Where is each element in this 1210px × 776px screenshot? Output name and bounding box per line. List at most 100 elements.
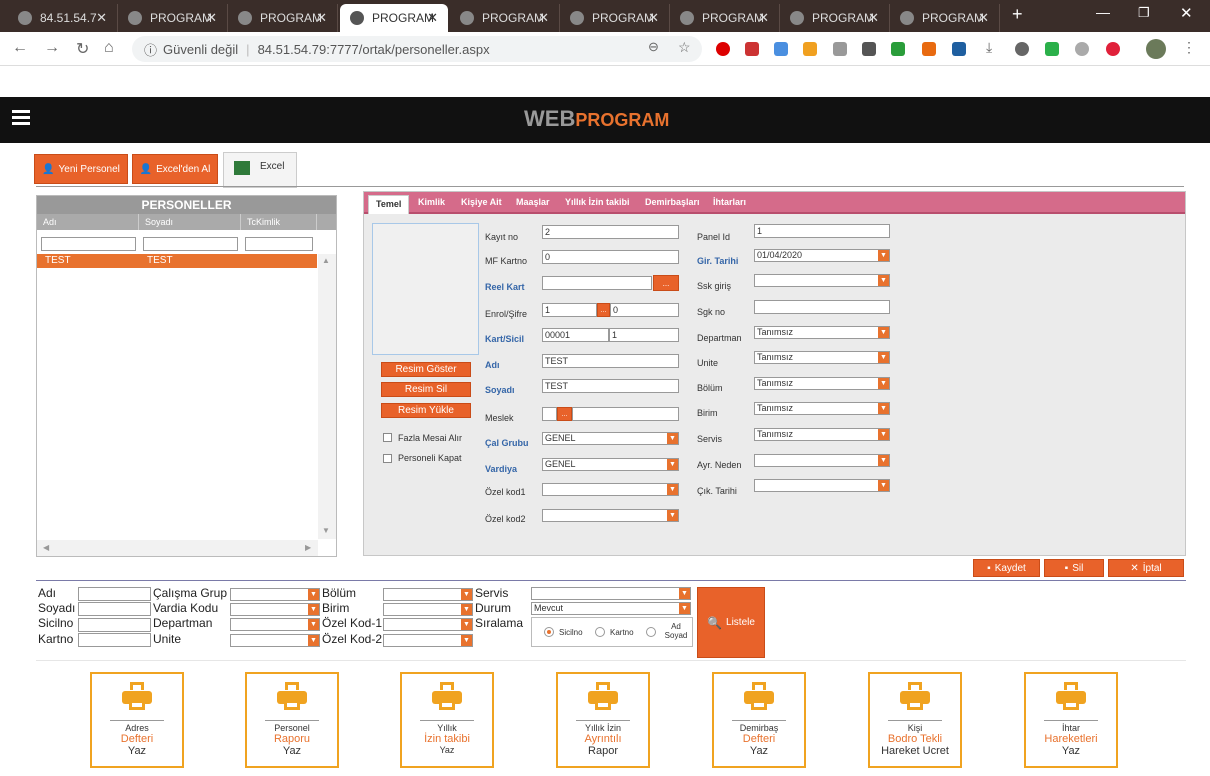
tab-maaslar[interactable]: Maaşlar [516, 197, 550, 207]
close-icon[interactable]: ✕ [427, 10, 438, 26]
filter-name-input[interactable] [41, 237, 136, 251]
cik-tarihi-picker[interactable]: ▼ [754, 479, 890, 492]
report-fixtures[interactable]: Demirbaş Defteri Yaz [712, 672, 806, 768]
close-icon[interactable]: ✕ [538, 10, 549, 26]
filter-sicilno-input[interactable] [78, 618, 151, 632]
new-personnel-button[interactable]: 👤 Yeni Personel [34, 154, 128, 184]
filter-adi-input[interactable] [78, 587, 151, 601]
table-row[interactable]: TEST TEST [37, 254, 317, 268]
extension-icon[interactable] [1045, 42, 1059, 56]
browser-tab[interactable]: PROGRAM ✕ [450, 4, 560, 32]
extension-icon[interactable] [745, 42, 759, 56]
avatar[interactable] [1146, 39, 1166, 59]
sort-adsoyad-radio[interactable] [646, 627, 656, 637]
tab-ihtarlar[interactable]: İhtarları [713, 197, 746, 207]
column-header[interactable]: TcKimlik [241, 214, 317, 230]
download-icon[interactable]: ⤓ [986, 39, 992, 56]
browser-tab[interactable]: PROGRAM ✕ [228, 4, 338, 32]
tab-demirbaslar[interactable]: Demirbaşları [645, 197, 700, 207]
cancel-button[interactable]: ✕ İptal [1108, 559, 1184, 577]
menu-dots-icon[interactable]: ⋮ [1182, 39, 1196, 56]
scroll-right-icon[interactable]: ▶ [305, 543, 311, 552]
report-payroll[interactable]: Kişi Bodro Tekli Hareket Ucret [868, 672, 962, 768]
tab-kimlik[interactable]: Kimlik [418, 197, 445, 207]
extension-icon[interactable] [833, 42, 847, 56]
hamburger-icon[interactable] [12, 110, 30, 128]
minimize-icon[interactable]: — [1096, 4, 1110, 20]
home-icon[interactable]: ⌂ [104, 39, 114, 57]
close-icon[interactable]: ✕ [758, 10, 769, 26]
close-icon[interactable]: ✕ [868, 10, 879, 26]
sifre-input[interactable]: 0 [610, 303, 679, 317]
reload-icon[interactable]: ↻ [76, 39, 89, 59]
ozel-kod2-select[interactable]: ▼ [542, 509, 679, 522]
zoom-icon[interactable]: ⊖ [648, 39, 659, 55]
url-field[interactable]: ⓘ Güvenli değil | 84.51.54.79:7777/ortak… [132, 36, 702, 62]
filter-servis-select[interactable]: ▼ [531, 587, 691, 600]
kayit-no-input[interactable]: 2 [542, 225, 679, 239]
upload-photo-button[interactable]: Resim Yükle [381, 403, 471, 418]
extension-icon[interactable] [862, 42, 876, 56]
tab-temel[interactable]: Temel [368, 195, 410, 214]
extension-icon[interactable] [716, 42, 730, 56]
extension-icon[interactable] [952, 42, 966, 56]
excel-tab[interactable]: Excel [223, 152, 297, 188]
scroll-down-icon[interactable]: ▼ [322, 526, 330, 535]
birim-select[interactable]: Tanımsız ▼ [754, 402, 890, 415]
sicil-input[interactable]: 1 [609, 328, 679, 342]
scroll-left-icon[interactable]: ◀ [43, 543, 49, 552]
filter-birim-select[interactable]: ▼ [383, 603, 473, 616]
save-button[interactable]: ▪ Kaydet [973, 559, 1040, 577]
adi-input[interactable]: TEST [542, 354, 679, 368]
cal-grubu-select[interactable]: GENEL ▼ [542, 432, 679, 445]
enrol-browse-button[interactable]: ... [597, 303, 610, 317]
extension-icon[interactable] [922, 42, 936, 56]
extension-icon[interactable] [1015, 42, 1029, 56]
meslek-name-input[interactable] [572, 407, 679, 421]
close-icon[interactable]: ✕ [316, 10, 327, 26]
extension-icon[interactable] [774, 42, 788, 56]
vardiya-select[interactable]: GENEL ▼ [542, 458, 679, 471]
horizontal-scrollbar[interactable]: ◀ ▶ [37, 540, 318, 556]
bolum-select[interactable]: Tanımsız ▼ [754, 377, 890, 390]
browser-tab[interactable]: PROGRAM ✕ [670, 4, 780, 32]
filter-ozel-kod1-select[interactable]: ▼ [383, 618, 473, 631]
report-warnings[interactable]: İhtar Hareketleri Yaz [1024, 672, 1118, 768]
mf-kartno-input[interactable]: 0 [542, 250, 679, 264]
extension-icon[interactable] [1075, 42, 1089, 56]
overtime-checkbox[interactable] [383, 433, 392, 442]
back-icon[interactable]: ← [12, 39, 28, 57]
report-annual-leave-detail[interactable]: Yıllık İzin Ayrıntılı Rapor [556, 672, 650, 768]
reel-kart-input[interactable] [542, 276, 652, 290]
tab-izin-takibi[interactable]: Yıllık İzin takibi [565, 197, 630, 207]
browser-tab[interactable]: PROGRAM ✕ [890, 4, 1000, 32]
enrol-input[interactable]: 1 [542, 303, 597, 317]
close-icon[interactable]: ✕ [96, 10, 107, 26]
meslek-browse-button[interactable]: ... [557, 407, 572, 421]
extension-icon[interactable] [1106, 42, 1120, 56]
vertical-scrollbar[interactable]: ▲ ▼ [318, 254, 336, 539]
filter-unite-select[interactable]: ▼ [230, 634, 320, 647]
close-icon[interactable]: ✕ [978, 10, 989, 26]
gir-tarihi-picker[interactable]: 01/04/2020 ▼ [754, 249, 890, 262]
filter-bolum-select[interactable]: ▼ [383, 588, 473, 601]
filter-durum-select[interactable]: Mevcut ▼ [531, 602, 691, 615]
filter-tc-input[interactable] [245, 237, 313, 251]
scroll-up-icon[interactable]: ▲ [322, 256, 330, 265]
ozel-kod1-select[interactable]: ▼ [542, 483, 679, 496]
report-address-book[interactable]: Adres Defteri Yaz [90, 672, 184, 768]
sgk-no-input[interactable] [754, 300, 890, 314]
meslek-code-input[interactable] [542, 407, 557, 421]
close-personnel-checkbox[interactable] [383, 454, 392, 463]
departman-select[interactable]: Tanımsız ▼ [754, 326, 890, 339]
list-button[interactable]: 🔍 Listele [697, 587, 765, 658]
filter-kartno-input[interactable] [78, 633, 151, 647]
extension-icon[interactable] [803, 42, 817, 56]
filter-ozel-kod2-select[interactable]: ▼ [383, 634, 473, 647]
filter-surname-input[interactable] [143, 237, 238, 251]
reel-kart-browse-button[interactable]: ... [653, 275, 679, 291]
delete-photo-button[interactable]: Resim Sil [381, 382, 471, 397]
window-close-icon[interactable]: ✕ [1180, 4, 1193, 22]
close-icon[interactable]: ✕ [206, 10, 217, 26]
kart-input[interactable]: 00001 [542, 328, 609, 342]
